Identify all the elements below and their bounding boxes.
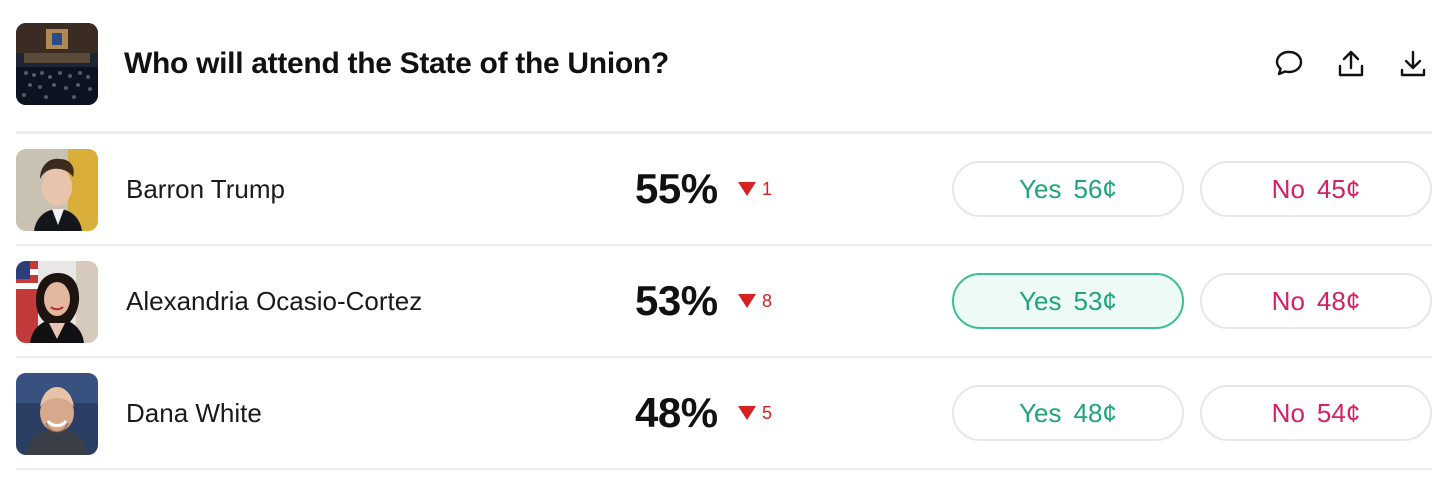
change-value: 5 [762,402,773,423]
buy-no-button[interactable]: No 48¢ [1200,273,1432,329]
change-value: 1 [762,178,773,199]
market-name: Alexandria Ocasio-Cortez [126,286,423,316]
buy-no-button[interactable]: No 54¢ [1200,385,1432,441]
market-name: Barron Trump [126,174,285,204]
change-indicator: 1 [738,134,772,244]
probability: 48% [635,389,718,436]
yes-label: Yes [1019,173,1062,204]
change-value: 8 [762,290,773,311]
avatar [16,149,98,231]
no-price: 54¢ [1316,397,1361,428]
change-indicator: 5 [738,358,772,468]
yes-price: 48¢ [1073,397,1117,428]
yes-label: Yes [1019,397,1062,428]
page-title: Who will attend the State of the Union? [124,47,669,80]
market-header: Who will attend the State of the Union? [16,22,1432,106]
probability: 53% [635,277,718,324]
yes-label: Yes [1019,285,1062,316]
down-arrow-icon [738,406,756,420]
buy-yes-button[interactable]: Yes 53¢ [952,273,1184,329]
market-name: Dana White [126,398,262,428]
down-arrow-icon [738,182,756,196]
no-label: No [1271,397,1305,428]
avatar [16,261,98,343]
event-thumbnail [16,23,98,105]
share-icon[interactable] [1334,47,1368,81]
no-price: 48¢ [1316,285,1361,316]
market-row[interactable]: Alexandria Ocasio-Cortez 53% 8 Yes 53¢ N… [16,246,1432,358]
yes-price: 53¢ [1073,285,1117,316]
market-list: Barron Trump 55% 1 Yes 56¢ No 45¢ Alexan… [16,134,1432,470]
yes-price: 56¢ [1073,173,1117,204]
buy-yes-button[interactable]: Yes 56¢ [952,161,1184,217]
comment-icon[interactable] [1272,47,1306,81]
download-icon[interactable] [1396,47,1430,81]
no-label: No [1271,173,1305,204]
avatar [16,373,98,455]
change-indicator: 8 [738,246,772,356]
probability: 55% [635,165,718,212]
down-arrow-icon [738,294,756,308]
no-price: 45¢ [1316,173,1361,204]
market-row[interactable]: Dana White 48% 5 Yes 48¢ No 54¢ [16,358,1432,470]
buy-yes-button[interactable]: Yes 48¢ [952,385,1184,441]
market-row[interactable]: Barron Trump 55% 1 Yes 56¢ No 45¢ [16,134,1432,246]
no-label: No [1271,285,1305,316]
buy-no-button[interactable]: No 45¢ [1200,161,1432,217]
